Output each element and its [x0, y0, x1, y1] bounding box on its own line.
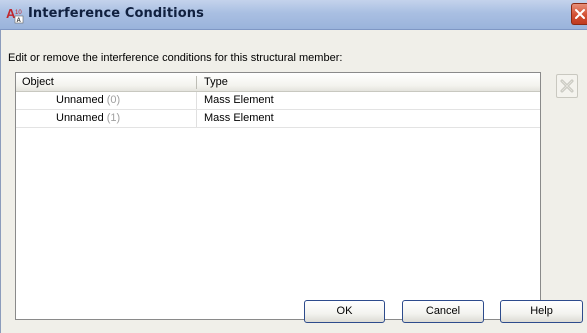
column-header-type[interactable]: Type: [204, 73, 228, 91]
column-divider[interactable]: [196, 76, 197, 89]
instruction-text: Edit or remove the interference conditio…: [8, 52, 343, 64]
cell-divider: [196, 110, 197, 127]
object-cell: Unnamed (0): [56, 92, 120, 109]
list-header: Object Type: [16, 73, 540, 92]
object-name: Unnamed: [56, 112, 104, 124]
dialog-body: Edit or remove the interference conditio…: [0, 30, 587, 333]
interference-conditions-dialog: A 10 A Interference Conditions Edit or r…: [0, 0, 587, 333]
object-cell: Unnamed (1): [56, 110, 120, 127]
ok-button[interactable]: OK: [304, 300, 385, 323]
type-cell: Mass Element: [204, 112, 274, 124]
remove-condition-button[interactable]: [556, 74, 578, 98]
window-title: Interference Conditions: [28, 6, 204, 21]
column-header-object[interactable]: Object: [22, 73, 54, 91]
table-row[interactable]: Unnamed (1) Mass Element: [16, 110, 540, 128]
help-button[interactable]: Help: [500, 300, 583, 323]
object-index: (1): [106, 112, 121, 124]
cancel-button[interactable]: Cancel: [402, 300, 484, 323]
svg-text:A: A: [17, 18, 22, 24]
title-bar[interactable]: A 10 A Interference Conditions: [0, 0, 587, 30]
object-name: Unnamed: [56, 94, 104, 106]
table-row[interactable]: Unnamed (0) Mass Element: [16, 92, 540, 110]
type-cell: Mass Element: [204, 94, 274, 106]
object-index: (0): [106, 94, 121, 106]
autocad-architecture-icon: A 10 A: [6, 6, 24, 24]
conditions-list[interactable]: Object Type Unnamed (0) Mass Element Unn…: [15, 72, 541, 320]
close-button[interactable]: [571, 3, 587, 25]
svg-text:10: 10: [15, 10, 22, 16]
cell-divider: [196, 92, 197, 109]
